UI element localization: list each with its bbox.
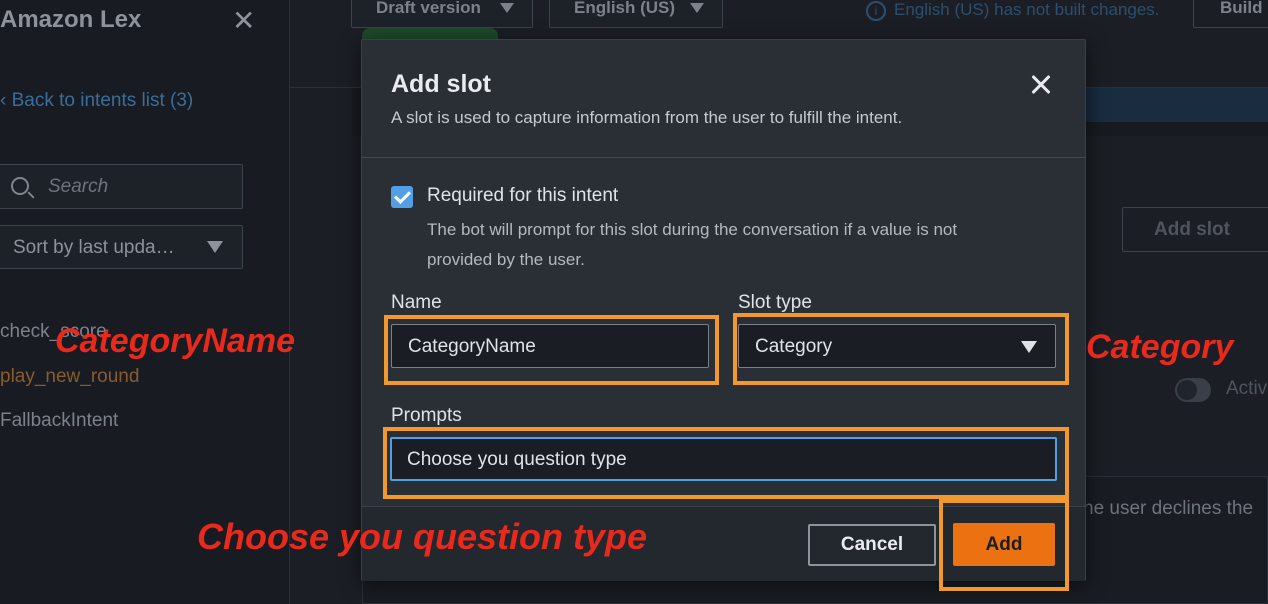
annotation-prompt: Choose you question type: [197, 516, 648, 557]
build-info-message: i English (US) has not built changes.: [866, 0, 1160, 21]
sidebar-title: Amazon Lex: [0, 6, 142, 33]
caret-down-icon: [500, 3, 514, 13]
modal-title: Add slot: [391, 70, 491, 98]
close-icon[interactable]: ✕: [232, 4, 255, 37]
cancel-button[interactable]: Cancel: [808, 524, 936, 566]
prompts-label: Prompts: [391, 405, 462, 426]
slot-type-highlight-box: [733, 313, 1069, 385]
required-checkbox[interactable]: [391, 186, 413, 208]
version-select[interactable]: Draft version: [351, 0, 533, 28]
divider: [362, 157, 1085, 158]
close-icon[interactable]: [1026, 70, 1056, 100]
annotation-slot-type: Category: [1086, 328, 1234, 366]
name-label: Name: [391, 292, 442, 313]
intent-item-play-new-round[interactable]: play_new_round: [0, 366, 139, 388]
back-to-intents-link[interactable]: ‹ Back to intents list (3): [0, 90, 193, 112]
build-button[interactable]: Build: [1193, 0, 1268, 28]
prompts-highlight-box: [383, 427, 1069, 499]
version-select-label: Draft version: [376, 0, 481, 17]
search-icon: [11, 177, 29, 195]
required-description: The bot will prompt for this slot during…: [427, 220, 958, 269]
caret-down-icon: [207, 241, 223, 253]
sort-select[interactable]: Sort by last upda…: [0, 225, 243, 269]
modal-description: A slot is used to capture information fr…: [391, 108, 903, 127]
build-info-text: English (US) has not built changes.: [894, 0, 1160, 19]
active-toggle[interactable]: [1175, 378, 1211, 402]
add-button-highlight-box: [939, 499, 1069, 591]
info-icon: i: [866, 0, 886, 21]
slot-type-label: Slot type: [738, 292, 812, 313]
name-highlight-box: [384, 315, 719, 385]
background-info-bar: [1086, 88, 1268, 122]
back-link-label: Back to intents list (3): [11, 90, 194, 111]
intent-item-fallback[interactable]: FallbackIntent: [0, 410, 118, 432]
annotation-name: CategoryName: [55, 322, 295, 360]
background-add-slot-button[interactable]: Add slot: [1122, 207, 1268, 252]
required-label: Required for this intent: [427, 185, 619, 206]
background-declines-text: ne user declines the: [1083, 498, 1254, 519]
language-select[interactable]: English (US): [549, 0, 723, 28]
search-placeholder: Search: [48, 176, 109, 197]
intent-search-input[interactable]: Search: [0, 164, 243, 209]
sort-label: Sort by last upda…: [13, 237, 175, 258]
language-select-label: English (US): [574, 0, 676, 17]
caret-down-icon: [690, 3, 704, 13]
sidebar: Amazon Lex ✕ ‹ Back to intents list (3) …: [0, 0, 290, 604]
active-label: Active: [1226, 378, 1268, 399]
